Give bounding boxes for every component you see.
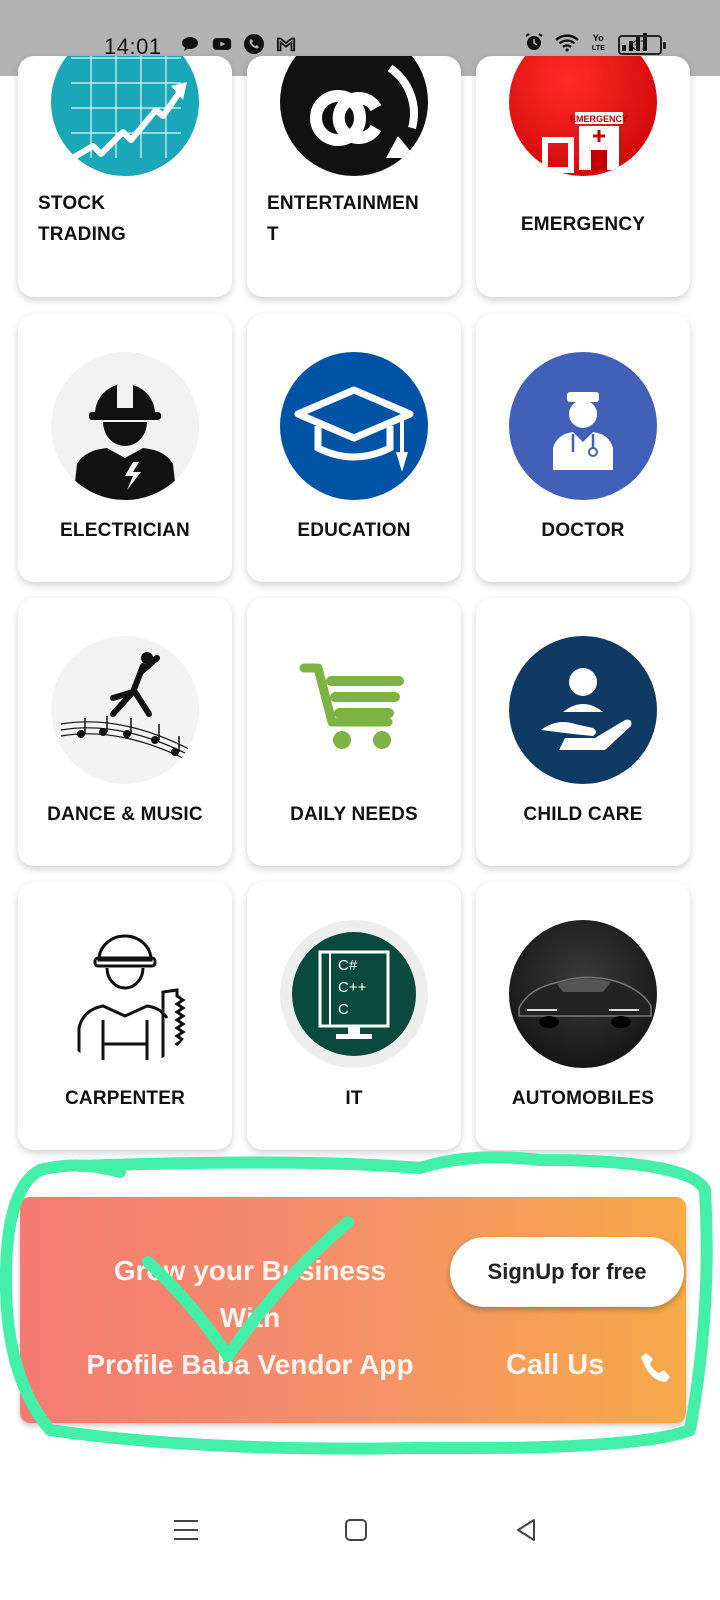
volte-icon: YoLTE xyxy=(592,33,605,52)
category-card-education[interactable]: EDUCATION xyxy=(247,314,461,582)
category-label: EMERGENCY xyxy=(520,214,646,235)
svg-text:EMERGENCY: EMERGENCY xyxy=(570,114,628,124)
category-label: CHILD CARE xyxy=(523,804,643,825)
category-card-automobiles[interactable]: AUTOMOBILES xyxy=(476,882,690,1150)
electrician-icon xyxy=(51,352,199,500)
category-card-entertainment[interactable]: ENTERTAINMEN T xyxy=(247,56,461,297)
emergency-icon: EMERGENCY xyxy=(509,56,657,176)
category-label: DANCE & MUSIC xyxy=(47,804,203,825)
car-icon xyxy=(509,920,657,1068)
phone-icon[interactable] xyxy=(638,1349,674,1385)
call-us-button[interactable]: Call Us xyxy=(506,1349,604,1382)
svg-text:Yo: Yo xyxy=(593,33,604,43)
it-icon: C# C++ C xyxy=(280,920,428,1068)
doctor-icon xyxy=(509,352,657,500)
category-card-dance-music[interactable]: DANCE & MUSIC xyxy=(18,598,232,866)
category-label: DAILY NEEDS xyxy=(290,804,418,825)
category-card-electrician[interactable]: ELECTRICIAN xyxy=(18,314,232,582)
category-label: AUTOMOBILES xyxy=(511,1088,655,1109)
chat-icon xyxy=(182,37,198,51)
entertainment-icon xyxy=(280,56,428,176)
svg-text:LTE: LTE xyxy=(592,43,605,52)
back-icon[interactable] xyxy=(506,1510,546,1550)
category-card-it[interactable]: C# C++ C IT xyxy=(247,882,461,1150)
promo-headline: Grow your Business With Profile Baba Ven… xyxy=(40,1247,460,1388)
system-navigation-bar xyxy=(0,1470,720,1600)
notification-icons xyxy=(180,34,296,54)
phone-icon xyxy=(244,34,264,54)
code-line: C xyxy=(338,1001,349,1018)
wifi-icon xyxy=(555,34,579,52)
menu-icon[interactable] xyxy=(166,1510,206,1550)
category-label: STOCK TRADING xyxy=(38,193,126,245)
category-label: ENTERTAINMEN T xyxy=(267,193,419,245)
education-icon xyxy=(280,352,428,500)
category-label: CARPENTER xyxy=(64,1088,186,1109)
gmail-icon xyxy=(276,37,296,52)
category-label: DOCTOR xyxy=(541,520,625,541)
home-icon[interactable] xyxy=(336,1510,376,1550)
promo-line-2: With xyxy=(219,1302,281,1333)
alarm-icon xyxy=(525,33,543,50)
category-card-doctor[interactable]: DOCTOR xyxy=(476,314,690,582)
youtube-icon xyxy=(212,38,232,50)
category-card-daily-needs[interactable]: DAILY NEEDS xyxy=(247,598,461,866)
category-label: IT xyxy=(345,1088,363,1109)
stock-trading-icon xyxy=(51,56,199,176)
category-label: ELECTRICIAN xyxy=(60,520,190,541)
category-card-carpenter[interactable]: CARPENTER xyxy=(18,882,232,1150)
promo-line-3: Profile Baba Vendor App xyxy=(86,1349,414,1380)
category-card-emergency[interactable]: EMERGENCY EMERGENCY xyxy=(476,56,690,297)
code-line: C# xyxy=(338,957,358,974)
dance-music-icon xyxy=(51,636,199,784)
shopping-cart-icon xyxy=(280,636,428,784)
category-card-child-care[interactable]: CHILD CARE xyxy=(476,598,690,866)
code-line: C++ xyxy=(338,979,367,996)
signup-button[interactable]: SignUp for free xyxy=(450,1237,684,1307)
vendor-app-promo-banner[interactable]: Grow your Business With Profile Baba Ven… xyxy=(20,1197,686,1423)
child-care-icon xyxy=(509,636,657,784)
carpenter-icon xyxy=(51,920,199,1068)
promo-line-1: Grow your Business xyxy=(113,1255,387,1286)
battery-indicator: 37 xyxy=(618,35,666,55)
category-label: EDUCATION xyxy=(297,520,411,541)
category-card-stock-trading[interactable]: STOCK TRADING xyxy=(18,56,232,297)
